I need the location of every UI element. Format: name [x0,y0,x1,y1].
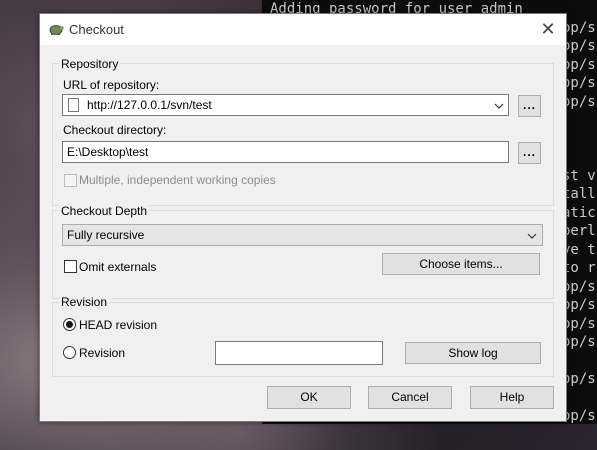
revision-group [52,302,554,377]
head-revision-radio[interactable] [63,318,76,331]
url-label: URL of repository: [63,78,160,92]
close-button[interactable]: ✕ [534,17,562,43]
checkout-depth-group-label: Checkout Depth [59,204,150,218]
revision-input[interactable] [215,341,383,365]
depth-dropdown[interactable]: Fully recursive [62,224,543,246]
title-bar[interactable]: Checkout ✕ [40,14,566,45]
dialog-title: Checkout [69,22,124,37]
multiple-working-copies-checkbox[interactable] [64,174,77,187]
revision-group-label: Revision [59,295,110,309]
chevron-down-icon [494,103,504,109]
directory-browse-button[interactable]: ... [518,142,541,164]
multiple-working-copies-label: Multiple, independent working copies [79,173,276,187]
checkout-dialog: Checkout ✕ Repository URL of repository:… [39,13,567,422]
revision-label: Revision [79,346,126,360]
ok-button[interactable]: OK [267,386,351,409]
show-log-button[interactable]: Show log [405,342,541,364]
checkout-directory-input[interactable]: E:\Desktop\test [62,141,509,163]
head-revision-label: HEAD revision [79,318,158,332]
checkout-directory-label: Checkout directory: [63,123,167,137]
url-value: http://127.0.0.1/svn/test [87,98,212,112]
url-combobox[interactable]: http://127.0.0.1/svn/test [62,94,509,116]
close-icon: ✕ [540,19,556,39]
omit-externals-checkbox[interactable] [64,260,77,273]
url-browse-button[interactable]: ... [518,95,541,117]
chevron-down-icon [527,233,537,239]
choose-items-button[interactable]: Choose items... [382,253,540,275]
document-icon [68,98,79,112]
omit-externals-label: Omit externals [79,260,157,274]
tortoise-icon [49,25,64,35]
revision-radio[interactable] [63,346,76,359]
cancel-button[interactable]: Cancel [368,386,452,409]
depth-selected-value: Fully recursive [67,228,145,242]
repository-group-label: Repository [59,57,121,71]
help-button[interactable]: Help [470,386,554,409]
